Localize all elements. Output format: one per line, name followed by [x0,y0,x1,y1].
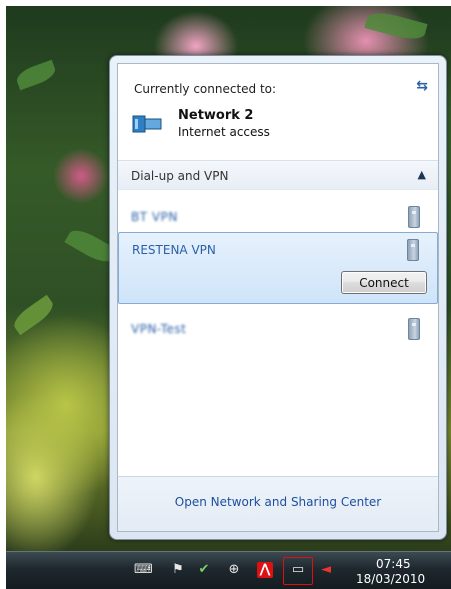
vpn-item-bt[interactable]: BT VPN [118,200,438,234]
connect-button[interactable]: Connect [341,271,427,294]
volume-muted-icon[interactable]: ◄ [318,562,334,578]
network-bench-icon [132,115,162,133]
section-label: Dial-up and VPN [131,169,229,183]
refresh-icon[interactable]: ⇆ [416,78,428,94]
flyout-footer: Open Network and Sharing Center [118,476,438,531]
taskbar: ⌨ ⚑ ✔ ⊕ ⋀ ▭ ◄ 07:45 18/03/2010 [6,551,451,589]
network-flyout: Currently connected to: ⇆ Network 2 Inte… [109,55,447,540]
open-network-sharing-center-link[interactable]: Open Network and Sharing Center [118,495,438,509]
antivirus-icon[interactable]: ⋀ [257,562,273,578]
clock-time[interactable]: 07:45 [376,557,411,571]
clock-date[interactable]: 18/03/2010 [356,572,425,586]
vpn-connection-icon [408,206,420,228]
chevron-up-icon[interactable]: ▲ [418,168,426,181]
vpn-item-restena[interactable]: RESTENA VPN Connect [118,232,438,304]
network-name: Network 2 [178,108,254,123]
vpn-connection-icon [408,318,420,340]
wallpaper-leaf [14,59,58,91]
safely-remove-hardware-icon[interactable]: ✔ [196,562,212,578]
vpn-item-test[interactable]: VPN-Test [118,312,438,346]
vpn-connection-icon [407,239,419,261]
vpn-item-label: BT VPN [131,210,178,224]
dialup-vpn-section-header[interactable]: Dial-up and VPN ▲ [118,160,438,190]
network-status: Internet access [178,125,270,139]
vpn-item-label: VPN-Test [131,322,187,336]
wallpaper-leaf [364,8,428,44]
connected-heading: Currently connected to: [134,82,277,96]
keyboard-icon[interactable]: ⌨ [134,562,153,578]
wallpaper-leaf [9,294,58,336]
network-adapter-icon[interactable]: ⊕ [226,562,242,578]
vpn-item-label: RESTENA VPN [132,243,216,257]
action-center-flag-icon[interactable]: ⚑ [170,562,186,578]
network-icon[interactable]: ▭ [290,562,306,578]
network-flyout-body: Currently connected to: ⇆ Network 2 Inte… [117,63,439,532]
